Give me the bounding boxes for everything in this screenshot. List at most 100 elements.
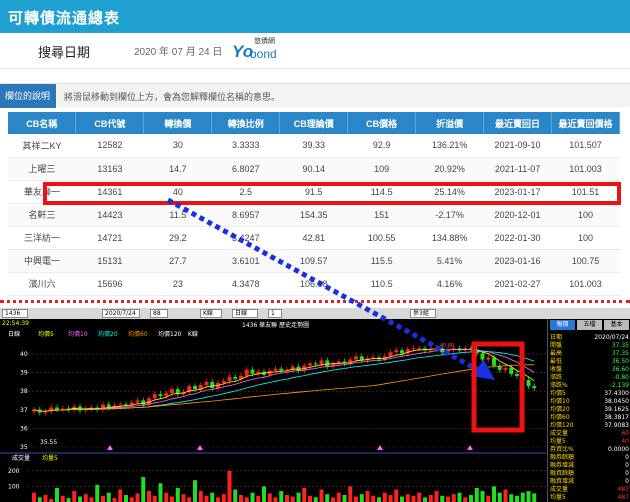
column-header[interactable]: CB名稱 [8,112,77,134]
column-header[interactable]: 轉換比例 [211,112,281,134]
symbol-input[interactable]: 1436 [2,309,28,318]
chart-title: 1436 華友聯 歷史走勢圖 [242,322,310,329]
event-marker-icon [377,445,383,450]
volume-bar [388,494,393,502]
table-cell: 92.9 [347,134,416,158]
volume-bar [279,491,284,502]
volume-bar [141,477,146,502]
quote-label: 均價60 [550,414,570,421]
candle-body [49,407,54,412]
quote-row: 成交量 60 [550,430,629,438]
table-cell: 3.6101 [211,249,280,273]
candle-body [515,373,519,376]
quote-label: 成交量 [550,486,569,493]
quote-row: 融券增減 0 [550,462,629,470]
event-marker-icon [107,445,113,450]
quote-label: 均價120 [550,422,574,429]
column-header[interactable]: CB代號 [75,112,145,134]
quote-value: -0.80 [613,374,629,381]
yobond-logo[interactable]: 悠債網 Yo bond [232,36,292,66]
table-cell: 101.003 [551,157,620,181]
quote-label: 融券增減 [550,462,575,469]
quote-panel: 報價 五檔 基本 日期 2020/07/24 開盤 37.35 最高 37.35 最低 36.… [547,319,630,502]
date-input[interactable]: 2020/7/24 [102,309,140,318]
column-header[interactable]: 折溢價 [415,112,485,134]
field-description-bar: 欄位的說明 將滑鼠移動到欄位上方，會為您解釋欄位名稱的意思。 [0,83,630,108]
candle-body [354,356,358,360]
quote-value: 0 [625,454,629,461]
column-header[interactable]: CB價格 [347,112,417,134]
quote-row: 融券餘額 0 [550,454,629,462]
table-row[interactable]: 上曜三 13163 14.7 6.8027 90.14 109 20.92% 2021-11-… [8,157,620,181]
column-header[interactable]: 最近賣回日 [483,112,552,134]
table-row[interactable]: 中興電一 15131 27.7 3.6101 109.57 115.5 5.41% 2023-… [8,249,620,273]
search-date-value[interactable]: 2020 年 07 月 24 日 [134,43,222,58]
volume-bar [331,497,335,502]
stock-chart[interactable]: 日線 均價5 均價10 均價20 均價60 均價120 K線 40 39 38 37 36 35 35.5… [0,329,546,502]
table-cell: 4.3478 [211,272,280,296]
quote-label: 日期 [550,334,563,341]
table-cell: 2021-09-10 [483,134,552,158]
quote-row: 均價5 37.4300 [550,390,629,398]
candle-body [233,376,238,379]
tab-five-levels[interactable]: 五檔 [577,320,602,330]
table-row[interactable]: 三洋紡一 14721 29.2 3.4247 42.81 100.55 134.88% 202… [8,226,620,250]
candle-body [503,367,508,370]
quote-row: 漲跌% -2.139 [550,382,629,390]
candle-body [164,393,169,397]
quote-label: 融券餘額 [550,454,575,461]
table-cell: 42.81 [279,226,348,250]
table-cell: 12582 [75,134,144,158]
volume-bar [515,495,519,502]
column-header[interactable]: 轉換價 [143,112,213,134]
column-header[interactable]: 最近賣回價格 [551,112,620,134]
y-tick-label: 36 [20,425,28,432]
quote-label: 開盤 [550,342,563,349]
candle-body [388,352,393,357]
quote-value: 0.0000 [608,446,629,453]
search-row: 搜尋日期 2020 年 07 月 24 日 悠債網 Yo bond [0,33,630,69]
table-cell: 2023-01-16 [483,249,552,273]
quote-label: 收盤 [550,366,563,373]
tab-basic[interactable]: 基本 [604,320,629,330]
y-tick-label: 38 [20,388,28,395]
table-cell: 上曜三 [8,157,76,181]
group-select[interactable]: 參3組 [410,309,436,318]
table-row[interactable]: 名軒三 14423 11.5 8.6957 154.35 151 -2.17% 2020-12… [8,203,620,227]
vol-input[interactable]: 1 [268,309,282,318]
period-select[interactable]: 日線 [232,309,258,318]
table-row[interactable]: 濱川六 15696 23 4.3478 106.98 110.5 4.16% 2021-02-… [8,272,620,296]
volume-bar [382,492,387,502]
quote-label: 融資增減 [550,478,575,485]
y-tick-label: 37 [20,407,28,414]
table-cell: 11.5 [143,203,212,227]
candle-body [210,381,215,389]
candle-body [400,350,404,354]
tab-quote[interactable]: 報價 [550,320,575,330]
quote-value: 487 [617,486,629,493]
quote-row: 最高 37.35 [550,350,629,358]
table-cell: 13163 [75,157,144,181]
table-row[interactable]: 其祥二KY 12582 30 3.3333 39.33 92.9 136.21% 2021-0… [8,134,620,158]
volume-bar [446,496,450,502]
quote-tabs: 報價 五檔 基本 [548,319,630,331]
column-header[interactable]: CB理論價 [279,112,349,134]
quote-value: 60 [621,430,629,437]
volume-bar [336,492,341,502]
volume-bar [520,492,525,502]
volume-bar [371,495,376,502]
quote-label: 漲跌 [550,374,563,381]
volume-bar [394,489,399,502]
trading-terminal: 1436 2020/7/24 88 K線 日線 1 參3組 22:54:39 1… [0,308,630,502]
volume-bar [55,487,59,502]
volume-bar [244,497,249,502]
quote-value: 36.60 [611,366,629,373]
quote-label: 均價5 [550,390,566,397]
candle-body [319,360,324,365]
volume-bar [302,487,307,502]
ma-legend-item: K線 [188,330,198,338]
k-line-select[interactable]: K線 [200,309,222,318]
candle-body [532,386,537,389]
count-input[interactable]: 88 [150,309,168,318]
table-cell: 2021-11-07 [483,157,552,181]
